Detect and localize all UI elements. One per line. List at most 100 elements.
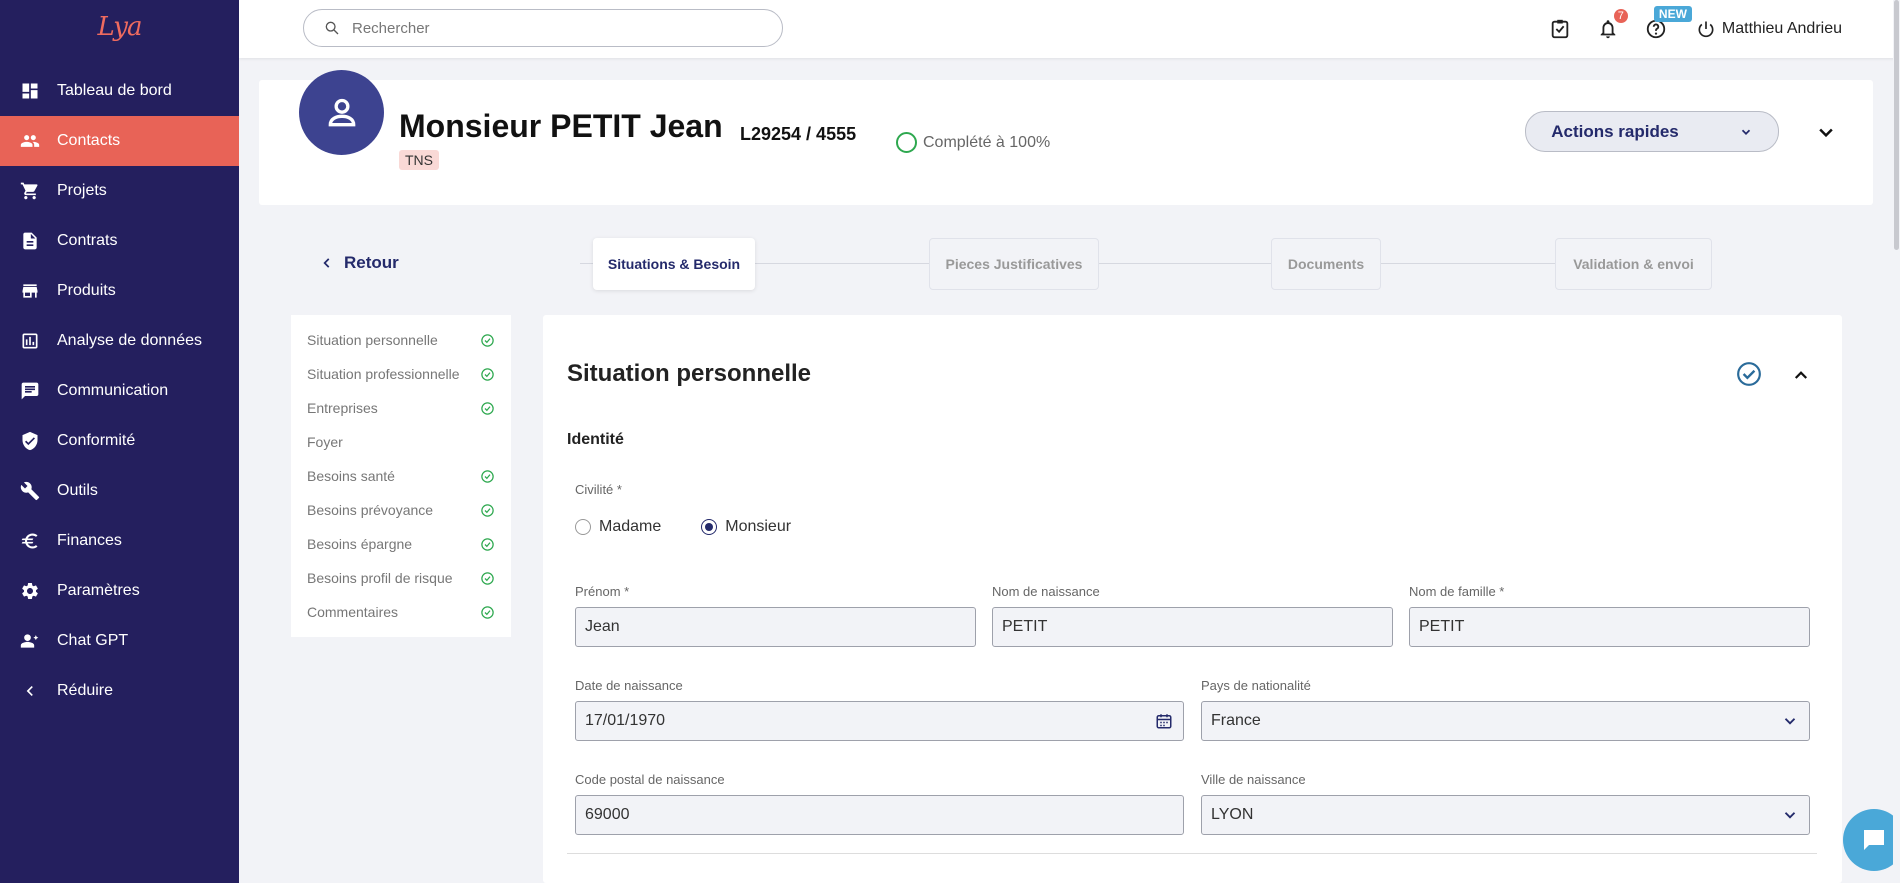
- dashboard-icon: [20, 81, 40, 101]
- sidebar-item-label: Communication: [57, 382, 169, 399]
- nom-famille-field[interactable]: PETIT: [1409, 607, 1810, 647]
- nom-famille-value: PETIT: [1419, 618, 1465, 635]
- shield-check-icon: [20, 431, 40, 451]
- identity-subheading: Identité: [567, 431, 624, 448]
- sidebar-item-finances[interactable]: Finances: [0, 516, 239, 566]
- date-naissance-field[interactable]: 17/01/1970: [575, 701, 1184, 741]
- sidebar-item-communication[interactable]: Communication: [0, 366, 239, 416]
- section-item-commentaires[interactable]: Commentaires: [291, 595, 511, 629]
- section-item-besoins-prevoyance[interactable]: Besoins prévoyance: [291, 493, 511, 527]
- scrollbar-thumb[interactable]: [1894, 0, 1899, 250]
- step-situations[interactable]: Situations & Besoin: [593, 238, 755, 290]
- power-icon: [1698, 21, 1714, 38]
- section-item-entreprises[interactable]: Entreprises: [291, 391, 511, 425]
- section-divider: [567, 853, 1817, 854]
- completion-circle-icon: [896, 132, 917, 153]
- chevron-down-icon: [1784, 718, 1796, 725]
- section-item-label: Besoins profil de risque: [307, 570, 453, 586]
- sidebar-item-label: Outils: [57, 482, 98, 499]
- section-item-besoins-sante[interactable]: Besoins santé: [291, 459, 511, 493]
- sidebar-item-tableau-de-bord[interactable]: Tableau de bord: [0, 66, 239, 116]
- search-input[interactable]: [352, 19, 732, 37]
- ville-naissance-value: LYON: [1211, 806, 1254, 823]
- sidebar-item-outils[interactable]: Outils: [0, 466, 239, 516]
- section-item-label: Besoins prévoyance: [307, 502, 434, 518]
- radio-monsieur[interactable]: Monsieur: [701, 518, 791, 536]
- sidebar-item-projets[interactable]: Projets: [0, 166, 239, 216]
- task-check-icon: [1551, 19, 1569, 39]
- ai-person-icon: [20, 631, 40, 651]
- civility-label: Civilité *: [575, 482, 622, 497]
- sidebar-collapse-button[interactable]: Réduire: [0, 666, 239, 716]
- document-icon: [20, 231, 40, 251]
- section-item-label: Situation professionnelle: [307, 366, 460, 382]
- sidebar-item-label: Paramètres: [57, 582, 140, 599]
- form-title: Situation personnelle: [567, 360, 812, 387]
- sidebar-item-produits[interactable]: Produits: [0, 266, 239, 316]
- analytics-icon: [20, 331, 40, 351]
- section-item-situation-personnelle[interactable]: Situation personnelle: [291, 323, 511, 357]
- support-chat-button[interactable]: [1843, 809, 1900, 871]
- code-postal-label: Code postal de naissance: [575, 772, 725, 787]
- store-icon: [20, 281, 40, 301]
- person-icon: [328, 98, 355, 126]
- radio-circle[interactable]: [575, 519, 591, 535]
- chat-bubble-icon: [1864, 830, 1884, 850]
- step-pieces[interactable]: Pieces Justificatives: [929, 238, 1099, 290]
- sidebar-item-conformite[interactable]: Conformité: [0, 416, 239, 466]
- user-name: Matthieu Andrieu: [1721, 20, 1842, 37]
- chat-icon: [20, 381, 40, 401]
- prenom-value: Jean: [585, 618, 620, 635]
- ville-naissance-select[interactable]: LYON: [1201, 795, 1810, 835]
- sidebar-item-label: Conformité: [57, 432, 136, 449]
- nom-naissance-value: PETIT: [1002, 618, 1048, 635]
- back-link[interactable]: Retour: [320, 253, 399, 273]
- avatar: [299, 70, 384, 155]
- top-bar: 7 NEW Matthieu Andrieu: [239, 0, 1900, 58]
- notification-count-badge: 7: [1613, 9, 1628, 23]
- sidebar-item-label: Produits: [57, 282, 116, 299]
- radio-circle-checked[interactable]: [701, 519, 718, 535]
- sidebar-item-label: Finances: [57, 532, 122, 549]
- check-circle-icon: [481, 605, 494, 619]
- app-logo[interactable]: Lya: [0, 0, 239, 58]
- radio-madame[interactable]: Madame: [575, 518, 661, 536]
- notifications-button[interactable]: 7: [1596, 9, 1628, 41]
- sidebar-item-contrats[interactable]: Contrats: [0, 216, 239, 266]
- code-postal-field[interactable]: 69000: [575, 795, 1184, 835]
- section-item-besoins-profil-risque[interactable]: Besoins profil de risque: [291, 561, 511, 595]
- help-button[interactable]: NEW: [1644, 6, 1692, 41]
- section-item-besoins-epargne[interactable]: Besoins épargne: [291, 527, 511, 561]
- section-item-situation-professionnelle[interactable]: Situation professionnelle: [291, 357, 511, 391]
- sidebar-item-contacts[interactable]: Contacts: [0, 116, 239, 166]
- calendar-icon[interactable]: [1155, 712, 1173, 730]
- pays-nationalite-select[interactable]: France: [1201, 701, 1810, 741]
- sidebar-item-chat-gpt[interactable]: Chat GPT: [0, 616, 239, 666]
- step-validation[interactable]: Validation & envoi: [1555, 238, 1712, 290]
- sidebar-item-analyse[interactable]: Analyse de données: [0, 316, 239, 366]
- tasks-button[interactable]: [1548, 17, 1572, 41]
- section-item-label: Besoins santé: [307, 468, 395, 484]
- section-complete-check-icon: [1737, 362, 1761, 386]
- step-documents[interactable]: Documents: [1271, 238, 1381, 290]
- status-badge: TNS: [399, 150, 439, 170]
- chevron-down-icon: [1741, 129, 1750, 135]
- prenom-field[interactable]: Jean: [575, 607, 976, 647]
- people-icon: [20, 131, 40, 151]
- nom-naissance-field[interactable]: PETIT: [992, 607, 1393, 647]
- top-actions: 7 NEW Matthieu Andrieu: [1524, 0, 1842, 58]
- radio-label: Monsieur: [725, 518, 792, 535]
- section-item-foyer[interactable]: Foyer: [291, 425, 511, 459]
- cart-icon: [20, 181, 40, 201]
- expand-header-chevron-icon[interactable]: [1816, 122, 1836, 142]
- user-menu[interactable]: Matthieu Andrieu: [1696, 19, 1842, 39]
- prenom-label: Prénom *: [575, 584, 630, 599]
- chevron-left-icon: [20, 681, 40, 701]
- quick-actions-button[interactable]: Actions rapides: [1525, 111, 1779, 152]
- search-box: [303, 9, 783, 47]
- page-scrollbar[interactable]: [1893, 0, 1900, 883]
- completion-label: Complété à 100%: [923, 133, 1051, 151]
- check-circle-icon: [481, 401, 494, 415]
- chevron-up-icon[interactable]: [1792, 366, 1810, 384]
- sidebar-item-parametres[interactable]: Paramètres: [0, 566, 239, 616]
